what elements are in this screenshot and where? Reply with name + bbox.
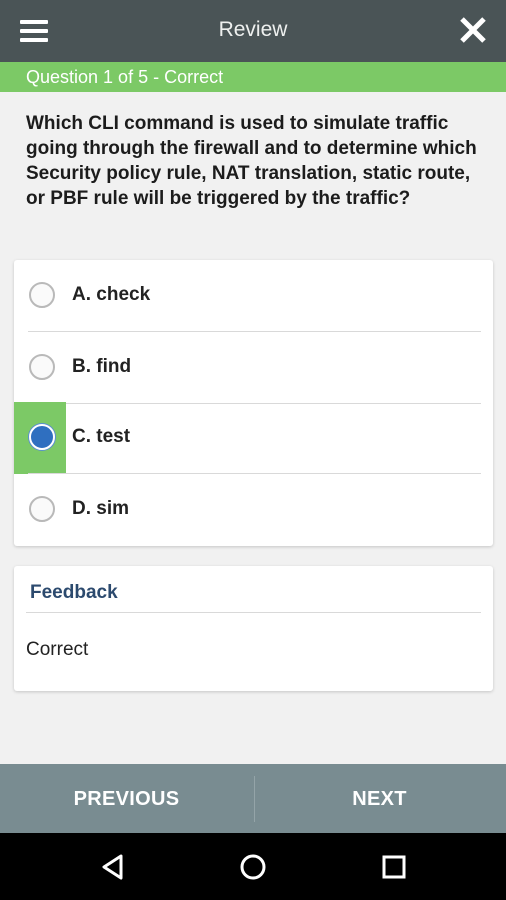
answer-option-d[interactable]: D. sim bbox=[14, 474, 493, 546]
answer-option-c[interactable]: C. test bbox=[14, 402, 493, 474]
radio-button[interactable] bbox=[29, 354, 55, 380]
answer-option-label: B. find bbox=[72, 356, 132, 377]
divider bbox=[26, 612, 481, 613]
radio-button[interactable] bbox=[29, 282, 55, 308]
back-triangle-icon[interactable] bbox=[97, 851, 129, 883]
page-title: Review bbox=[218, 18, 288, 41]
answer-option-label: C. test bbox=[72, 426, 131, 447]
answer-option-label: A. check bbox=[72, 284, 151, 305]
bottom-navigation: PREVIOUS NEXT bbox=[0, 764, 506, 833]
recents-square-icon[interactable] bbox=[378, 851, 410, 883]
answer-option-a[interactable]: A. check bbox=[14, 260, 493, 332]
radio-button[interactable] bbox=[29, 496, 55, 522]
feedback-text: Correct bbox=[26, 639, 89, 660]
home-circle-icon[interactable] bbox=[237, 851, 269, 883]
answer-option-label: D. sim bbox=[72, 498, 130, 519]
feedback-heading: Feedback bbox=[30, 582, 118, 603]
question-status-banner: Question 1 of 5 - Correct bbox=[0, 62, 506, 92]
next-button[interactable]: NEXT bbox=[253, 764, 506, 833]
answer-options-card: A. check B. find C. test D. sim bbox=[14, 260, 493, 546]
previous-button[interactable]: PREVIOUS bbox=[0, 764, 253, 833]
feedback-card: Feedback Correct bbox=[14, 566, 493, 691]
close-icon[interactable] bbox=[458, 14, 488, 46]
question-text: Which CLI command is used to simulate tr… bbox=[26, 113, 477, 209]
system-navigation-bar bbox=[0, 833, 506, 900]
app-bar: Review bbox=[0, 0, 506, 62]
answer-option-b[interactable]: B. find bbox=[14, 332, 493, 404]
radio-button-selected[interactable] bbox=[29, 424, 55, 450]
